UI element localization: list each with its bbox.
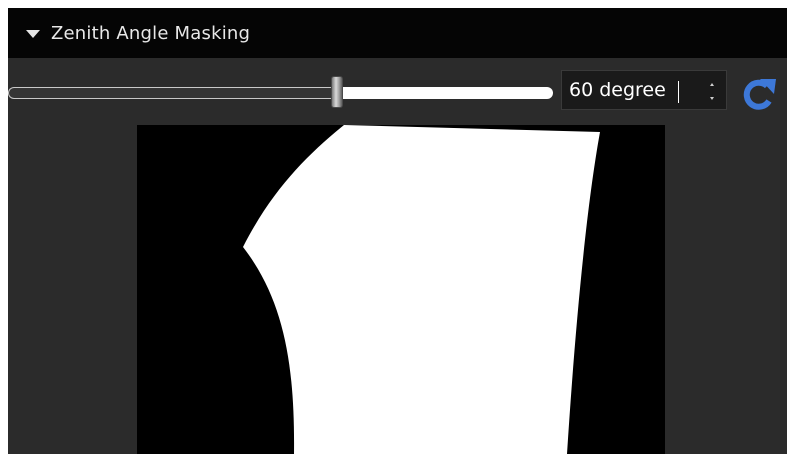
zenith-angle-masking-panel: Zenith Angle Masking <box>8 8 787 454</box>
slider-thumb[interactable] <box>331 76 343 108</box>
zenith-angle-slider[interactable] <box>8 76 561 114</box>
section-title: Zenith Angle Masking <box>51 22 251 44</box>
text-cursor <box>678 81 679 103</box>
reset-button[interactable] <box>738 75 778 115</box>
triangle-down-icon[interactable] <box>26 30 40 38</box>
slider-track-unfilled[interactable] <box>8 87 340 99</box>
section-header[interactable]: Zenith Angle Masking <box>8 8 787 58</box>
spin-down-arrow-icon[interactable] <box>702 90 722 107</box>
slider-track-filled[interactable] <box>338 87 553 99</box>
zenith-angle-input[interactable] <box>562 71 688 109</box>
mask-shape <box>243 125 600 454</box>
refresh-icon[interactable] <box>738 75 778 115</box>
zenith-mask-preview <box>137 125 665 454</box>
zenith-angle-spinbox[interactable] <box>561 70 727 110</box>
